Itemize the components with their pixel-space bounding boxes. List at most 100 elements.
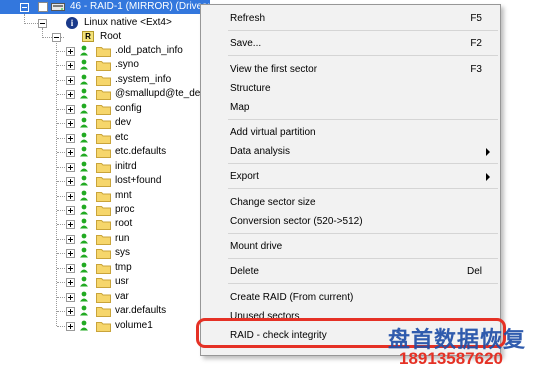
menu-item-label: Structure [230, 83, 271, 94]
expand-icon[interactable] [66, 293, 75, 302]
tree-item-folder[interactable]: lost+found [0, 174, 200, 188]
folder-icon [96, 162, 111, 173]
menu-item-data-analysis[interactable]: Data analysis [201, 142, 500, 162]
tree-item-raid-device[interactable]: 46 - RAID-1 (MIRROR) (Drives: 2) [0, 0, 222, 14]
folder-icon [96, 176, 111, 187]
collapse-icon[interactable] [38, 19, 47, 28]
menu-separator [228, 283, 498, 284]
tree-item-folder[interactable]: .system_info [0, 73, 200, 87]
expand-icon[interactable] [66, 105, 75, 114]
tree-item-folder[interactable]: proc [0, 203, 200, 217]
menu-item-shortcut: F3 [470, 64, 482, 75]
tree-item-folder[interactable]: var [0, 290, 200, 304]
menu-item-change-sector-size[interactable]: Change sector size [201, 193, 500, 213]
tree-item-folder[interactable]: volume1 [0, 319, 200, 333]
tree-connector [57, 65, 65, 66]
expand-icon[interactable] [66, 119, 75, 128]
folder-icon [96, 46, 111, 57]
menu-item-map[interactable]: Map [201, 98, 500, 118]
root-icon: R [82, 31, 94, 42]
tree-item-folder[interactable]: sys [0, 246, 200, 260]
expand-icon[interactable] [66, 134, 75, 143]
folder-icon [96, 147, 111, 158]
watermark-phone: 18913587620 [399, 349, 504, 368]
menu-item-shortcut: Del [466, 266, 482, 277]
expand-icon[interactable] [66, 278, 75, 287]
folder-icon [96, 191, 111, 202]
menu-item-structure[interactable]: Structure [201, 79, 500, 99]
menu-item-delete[interactable]: Delete Del [201, 262, 500, 282]
owner-icon [79, 59, 89, 70]
menu-item-refresh[interactable]: Refresh F5 [201, 9, 500, 29]
expand-icon[interactable] [66, 90, 75, 99]
disk-drive-icon [51, 3, 65, 11]
collapse-icon[interactable] [20, 3, 29, 12]
tree-item-label: 46 - RAID-1 (MIRROR) (Drives: 2) [70, 1, 222, 12]
menu-item-mount-drive[interactable]: Mount drive [201, 237, 500, 257]
expand-icon[interactable] [66, 264, 75, 273]
expand-icon[interactable] [66, 220, 75, 229]
menu-item-create-raid[interactable]: Create RAID (From current) [201, 288, 500, 308]
menu-item-view-first-sector[interactable]: View the first sector F3 [201, 60, 500, 80]
folder-icon [96, 277, 111, 288]
tree-item-folder[interactable]: .syno [0, 58, 200, 72]
folder-icon [96, 205, 111, 216]
expand-icon[interactable] [66, 192, 75, 201]
tree-connector [57, 196, 65, 197]
tree-item-folder[interactable]: initrd [0, 160, 200, 174]
tree-item-root[interactable]: R Root [0, 30, 200, 44]
tree-item-folder[interactable]: mnt [0, 189, 200, 203]
tree-item-folder[interactable]: usr [0, 275, 200, 289]
expand-icon[interactable] [66, 235, 75, 244]
menu-item-label: Data analysis [230, 146, 291, 157]
menu-item-label: Mount drive [230, 241, 283, 252]
tree-item-label: lost+found [115, 175, 162, 186]
menu-item-conversion-sector[interactable]: Conversion sector (520->512) [201, 212, 500, 232]
tree-item-folder[interactable]: config [0, 102, 200, 116]
owner-icon [79, 320, 89, 331]
menu-item-add-virtual-partition[interactable]: Add virtual partition [201, 123, 500, 143]
owner-icon [79, 190, 89, 201]
folder-icon [96, 321, 111, 332]
tree-item-label: config [115, 103, 142, 114]
tree-item-folder[interactable]: run [0, 232, 200, 246]
tree-connector [57, 311, 65, 312]
tree-item-label: @smallupd@te_deb [115, 88, 206, 99]
expand-icon[interactable] [66, 61, 75, 70]
context-menu: Refresh F5 Save... F2 View the first sec… [200, 4, 501, 356]
tree-item-folder[interactable]: @smallupd@te_deb [0, 87, 206, 101]
device-checkbox[interactable] [38, 2, 48, 12]
owner-icon [79, 291, 89, 302]
tree-item-label: dev [115, 117, 132, 128]
tree-item-label: usr [115, 276, 129, 287]
collapse-icon[interactable] [52, 33, 61, 42]
tree-item-partition[interactable]: i Linux native <Ext4> [0, 16, 200, 30]
tree-item-folder[interactable]: etc [0, 131, 200, 145]
menu-item-export[interactable]: Export [201, 167, 500, 187]
expand-icon[interactable] [66, 47, 75, 56]
menu-item-save[interactable]: Save... F2 [201, 34, 500, 54]
tree-item-folder[interactable]: root [0, 217, 200, 231]
tree-item-folder[interactable]: var.defaults [0, 304, 200, 318]
expand-icon[interactable] [66, 249, 75, 258]
tree-item-folder[interactable]: tmp [0, 261, 200, 275]
tree-item-folder[interactable]: dev [0, 116, 200, 130]
expand-icon[interactable] [66, 148, 75, 157]
tree-item-label: root [115, 218, 133, 229]
expand-icon[interactable] [66, 163, 75, 172]
tree-item-folder[interactable]: etc.defaults [0, 145, 200, 159]
expand-icon[interactable] [66, 177, 75, 186]
expand-icon[interactable] [66, 206, 75, 215]
folder-icon [96, 248, 111, 259]
expand-icon[interactable] [66, 307, 75, 316]
tree-item-folder[interactable]: .old_patch_info [0, 44, 200, 58]
menu-item-label: Refresh [230, 13, 266, 24]
folder-icon [96, 75, 111, 86]
expand-icon[interactable] [66, 76, 75, 85]
tree-connector [57, 94, 65, 95]
expand-icon[interactable] [66, 322, 75, 331]
menu-item-label: Save... [230, 38, 262, 49]
menu-separator [228, 163, 498, 164]
tree-connector [57, 51, 65, 52]
tree-connector [57, 80, 65, 81]
